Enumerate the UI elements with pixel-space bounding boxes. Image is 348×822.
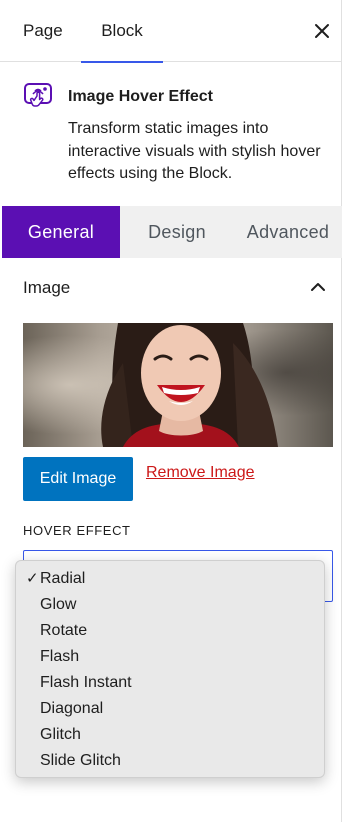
dropdown-option[interactable]: Slide Glitch — [16, 748, 324, 774]
dropdown-option[interactable]: Rotate — [16, 618, 324, 644]
tab-design[interactable]: Design — [120, 206, 234, 258]
option-label: Radial — [40, 570, 86, 587]
block-card: Image Hover Effect Transform static imag… — [0, 62, 342, 206]
panel-tabs: General Design Advanced — [2, 206, 342, 258]
block-description: Transform static images into interactive… — [68, 120, 321, 182]
checkmark-icon: ✓ — [26, 570, 39, 587]
image-section-title[interactable]: Image — [23, 278, 70, 298]
dropdown-option[interactable]: Glow — [16, 592, 324, 618]
edit-image-button[interactable]: Edit Image — [23, 457, 133, 501]
dropdown-option[interactable]: Flash — [16, 644, 324, 670]
sidebar-header: Page Block — [0, 0, 342, 63]
option-label: Flash — [40, 648, 80, 665]
dropdown-option[interactable]: Glitch — [16, 722, 324, 748]
tab-advanced[interactable]: Advanced — [234, 206, 342, 258]
option-label: Slide Glitch — [40, 752, 121, 769]
dropdown-option[interactable]: Flash Instant — [16, 670, 324, 696]
option-label: Glitch — [40, 726, 81, 743]
option-label: Diagonal — [40, 700, 104, 717]
tab-page[interactable]: Page — [23, 0, 63, 62]
remove-image-link[interactable]: Remove Image — [146, 464, 255, 482]
hover-effect-label: HOVER EFFECT — [23, 523, 131, 538]
option-label: Flash Instant — [40, 674, 132, 691]
dropdown-option[interactable]: ✓ Radial — [16, 566, 324, 592]
image-hover-icon — [24, 83, 52, 107]
close-icon[interactable] — [312, 21, 332, 41]
hover-effect-dropdown: ✓ Radial Glow Rotate Flash Flash Instant… — [15, 560, 325, 778]
chevron-up-icon[interactable] — [308, 278, 328, 296]
block-title: Image Hover Effect — [68, 88, 213, 105]
block-settings-sidebar: Page Block Image Hover Effect Transform … — [0, 0, 342, 822]
dropdown-option[interactable]: Diagonal — [16, 696, 324, 722]
image-preview[interactable] — [23, 323, 333, 447]
option-label: Rotate — [40, 622, 88, 639]
tab-general[interactable]: General — [2, 206, 120, 258]
image-preview-graphic — [23, 323, 333, 447]
tab-block[interactable]: Block — [81, 0, 163, 63]
option-label: Glow — [40, 596, 77, 613]
